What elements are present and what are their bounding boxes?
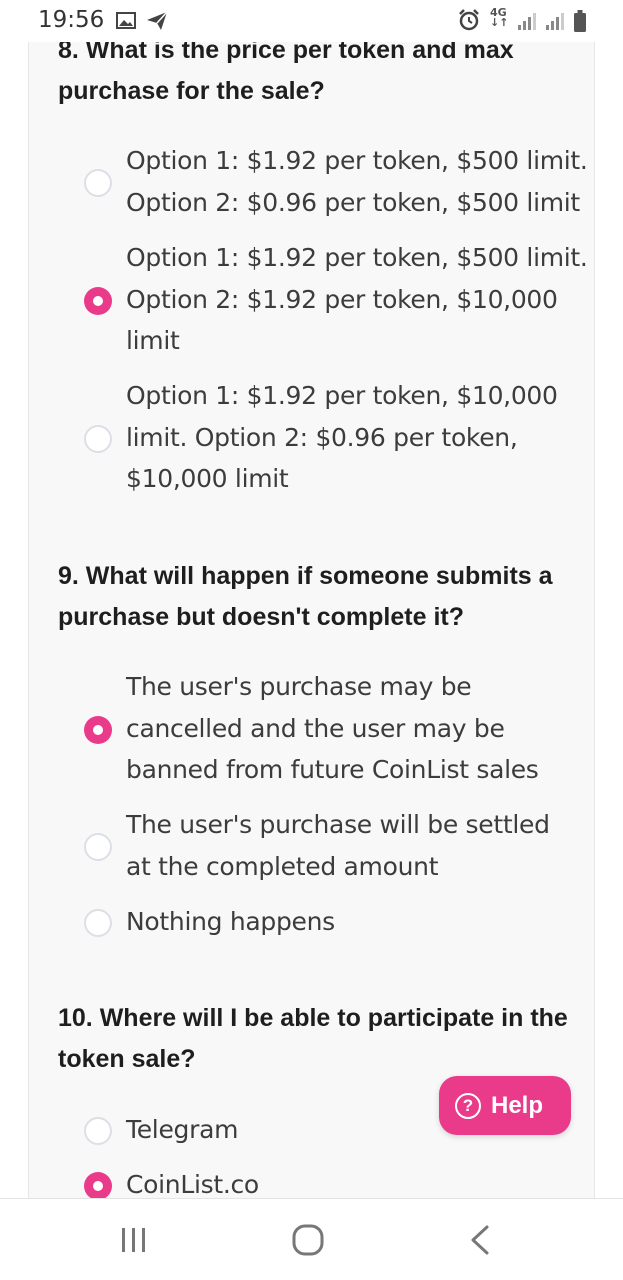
status-time: 19:56	[38, 7, 105, 33]
status-bar: 19:56 4G ↓↑	[0, 0, 623, 42]
question-10-title: 10. Where will I be able to participate …	[58, 1004, 568, 1073]
network-type-label: 4G ↓↑	[490, 6, 509, 29]
option-label: Nothing happens	[126, 907, 335, 936]
home-icon[interactable]	[292, 1224, 324, 1256]
radio-button[interactable]	[84, 169, 112, 197]
option-label: The user's purchase will be settled at t…	[126, 810, 550, 881]
option-label: The user's purchase may be cancelled and…	[126, 672, 539, 784]
option-label: CoinList.co	[126, 1170, 259, 1198]
radio-button-selected[interactable]	[84, 1172, 112, 1198]
radio-button[interactable]	[84, 1117, 112, 1145]
battery-icon	[574, 10, 586, 32]
signal-icon	[518, 13, 536, 30]
option-label: Option 1: $1.92 per token, $500 limit. O…	[126, 243, 588, 355]
question-8-title: 8. What is the price per token and max p…	[58, 36, 514, 105]
send-icon	[147, 11, 168, 30]
radio-button[interactable]	[84, 909, 112, 937]
radio-button[interactable]	[84, 833, 112, 861]
radio-button-selected[interactable]	[84, 287, 112, 315]
option-label: Option 1: $1.92 per token, $10,000 limit…	[126, 381, 558, 493]
help-button[interactable]: ? Help	[439, 1076, 571, 1135]
radio-button-selected[interactable]	[84, 716, 112, 744]
alarm-icon	[459, 9, 479, 31]
back-icon[interactable]	[468, 1224, 492, 1256]
question-circle-icon: ?	[455, 1092, 481, 1119]
help-button-label: Help	[491, 1091, 544, 1119]
gallery-icon	[116, 12, 136, 29]
option-label: Option 1: $1.92 per token, $500 limit. O…	[126, 146, 588, 217]
question-9-title: 9. What will happen if someone submits a…	[58, 562, 553, 631]
radio-button[interactable]	[84, 425, 112, 453]
quiz-content: 8. What is the price per token and max p…	[0, 0, 623, 1198]
system-nav-bar	[0, 1198, 623, 1280]
signal-icon-2	[546, 13, 564, 30]
recents-icon[interactable]	[120, 1226, 148, 1254]
